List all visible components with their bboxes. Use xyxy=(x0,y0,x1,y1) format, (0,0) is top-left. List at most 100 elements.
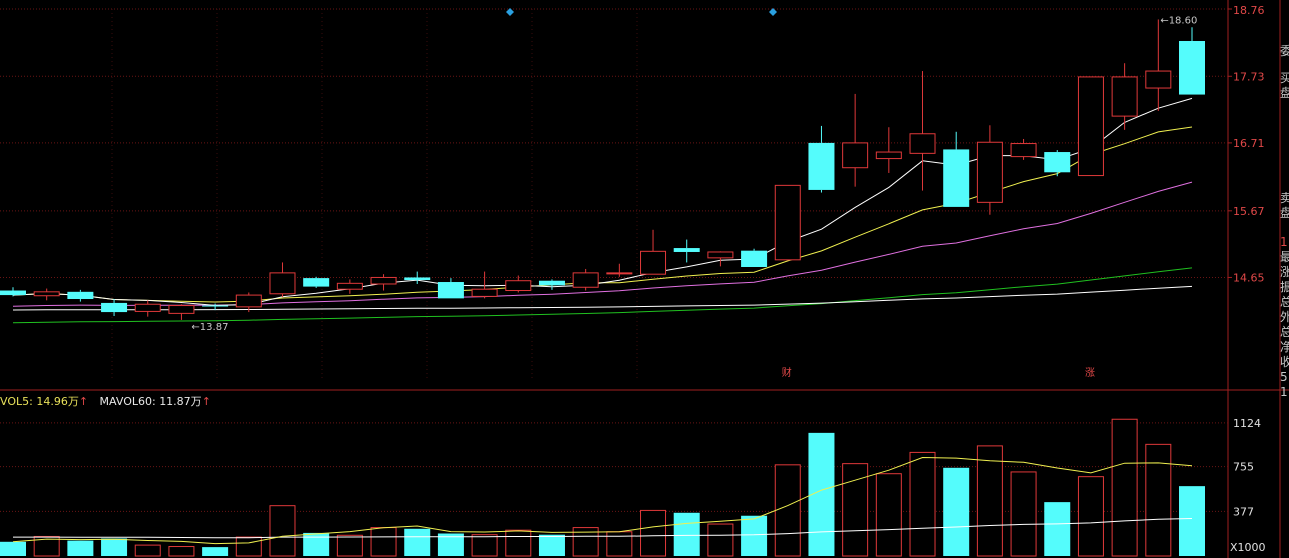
price-tick-label: 17.73 xyxy=(1233,70,1265,83)
volume-bar-down xyxy=(538,534,565,556)
volume-bar-up xyxy=(774,464,801,557)
sidebar-char-12: 净 xyxy=(1280,340,1289,354)
sidebar-char-0: 委 xyxy=(1280,44,1289,58)
sidebar-char-14: 5 xyxy=(1280,370,1288,384)
candle-body-down xyxy=(404,277,431,281)
mavol60-arrow: ↑ xyxy=(201,395,211,408)
price-tick-label: 18.76 xyxy=(1233,4,1265,17)
sidebar-char-15: 1 xyxy=(1280,385,1288,399)
candle-body-up xyxy=(640,250,667,275)
volume-bar-up xyxy=(1077,476,1104,557)
candle-body-down xyxy=(808,142,835,190)
candle-body-down xyxy=(943,149,970,207)
volume-tick-label: 377 xyxy=(1233,505,1254,518)
sidebar-char-9: 总 xyxy=(1280,295,1289,309)
mavol5-arrow: ↑ xyxy=(78,395,89,408)
sidebar-char-13: 收 xyxy=(1280,355,1289,369)
candle-body-up xyxy=(134,303,161,312)
sidebar-char-3: 卖 xyxy=(1280,191,1289,205)
volume-bar-up xyxy=(909,451,936,557)
mavol60-value: 11.87万 xyxy=(159,395,202,408)
volume-bar-down xyxy=(202,547,229,556)
volume-bar-up xyxy=(606,531,633,557)
volume-legend: VOL5: 14.96万↑ MAVOL60: 11.87万↑ xyxy=(0,393,211,409)
volume-bar-up xyxy=(976,445,1003,557)
event-marker-1: 涨 xyxy=(1085,367,1095,379)
price-tick-label: 15.67 xyxy=(1233,205,1265,218)
candle-body-up xyxy=(505,280,532,292)
volume-tick-label: 1124 xyxy=(1233,417,1261,430)
volume-bar-down xyxy=(0,541,26,556)
candle-body-up xyxy=(774,184,801,261)
min-price-label: ←13.87 xyxy=(191,322,228,333)
volume-bar-up xyxy=(505,529,532,557)
volume-bar-down xyxy=(404,528,431,556)
volume-bar-up xyxy=(1111,418,1138,557)
candle-body-down xyxy=(0,290,26,296)
sidebar-char-11: 总 xyxy=(1280,325,1289,339)
sidebar-char-5: 1 xyxy=(1280,235,1288,249)
sidebar-char-2: 盘 xyxy=(1280,86,1289,100)
volume-bar-up xyxy=(640,509,667,557)
candle-body-down xyxy=(538,280,565,286)
price-tick-label: 14.65 xyxy=(1233,271,1265,284)
sidebar-char-6: 最 xyxy=(1280,250,1289,264)
volume-bar-up xyxy=(1010,471,1037,557)
volume-bar-down xyxy=(943,467,970,556)
candle-body-up xyxy=(1010,143,1037,158)
mavol60-label: MAVOL60: xyxy=(99,395,156,408)
volume-bar-down xyxy=(1044,502,1071,556)
volume-bar-down xyxy=(1179,486,1205,556)
volume-bar-up xyxy=(336,534,363,557)
volume-bar-up xyxy=(235,536,262,557)
sidebar-char-7: 涨 xyxy=(1280,265,1289,279)
candle-body-down xyxy=(67,291,94,300)
candle-body-up xyxy=(976,141,1003,203)
candle-body-up xyxy=(707,251,734,259)
volume-bar-up xyxy=(707,523,734,557)
candle-body-down xyxy=(101,302,128,313)
candle-body-up xyxy=(909,133,936,154)
candle-body-up xyxy=(572,272,599,288)
candle-body-up xyxy=(1077,76,1104,177)
candle-body-up xyxy=(168,305,195,314)
candle-body-up xyxy=(1145,70,1172,89)
volume-bar-up xyxy=(471,534,498,557)
candle-body-up xyxy=(875,151,902,160)
candle-body-up xyxy=(842,142,869,169)
price-tick-label: 16.71 xyxy=(1233,137,1265,150)
event-marker-0: 财 xyxy=(782,366,792,379)
volume-bar-down xyxy=(741,515,768,556)
volume-bar-down xyxy=(67,540,94,556)
candle-body-down xyxy=(1179,41,1205,95)
candle-body-up xyxy=(336,282,363,290)
volume-bar-down xyxy=(101,538,128,556)
volume-bar-down xyxy=(303,532,330,556)
volume-bar-down xyxy=(673,512,700,556)
mavol5-value: 14.96万 xyxy=(36,395,79,408)
candle-body-down xyxy=(673,248,700,252)
sidebar-char-10: 外 xyxy=(1280,310,1289,324)
volume-unit-label: X1000 xyxy=(1230,541,1266,554)
candle-body-up xyxy=(1111,76,1138,117)
volume-bar-up xyxy=(370,527,397,557)
candle-body-up xyxy=(235,294,262,308)
sidebar-char-8: 振 xyxy=(1280,280,1289,294)
candle-body-down xyxy=(202,305,229,307)
candle-body-down xyxy=(437,282,464,299)
volume-bar-up xyxy=(269,505,296,557)
candle-body-up xyxy=(33,291,60,297)
volume-bar-up xyxy=(875,473,902,557)
candle-body-down xyxy=(1044,152,1071,173)
candle-body-down xyxy=(303,278,330,287)
candle-body-up xyxy=(269,272,296,295)
volume-tick-label: 755 xyxy=(1233,461,1254,474)
candle-body-down xyxy=(741,250,768,268)
kline-chart[interactable]: ←18.60 ←13.87 财 涨 18.76 17.73 16.71 15.67 14.65… xyxy=(0,0,1289,558)
volume-bar-up xyxy=(134,544,161,557)
candle-body-up xyxy=(370,276,397,285)
volume-bar-up xyxy=(168,546,195,557)
max-price-label: ←18.60 xyxy=(1160,15,1197,26)
mavol5-label: VOL5: xyxy=(0,395,33,408)
volume-bar-up xyxy=(1145,443,1172,557)
